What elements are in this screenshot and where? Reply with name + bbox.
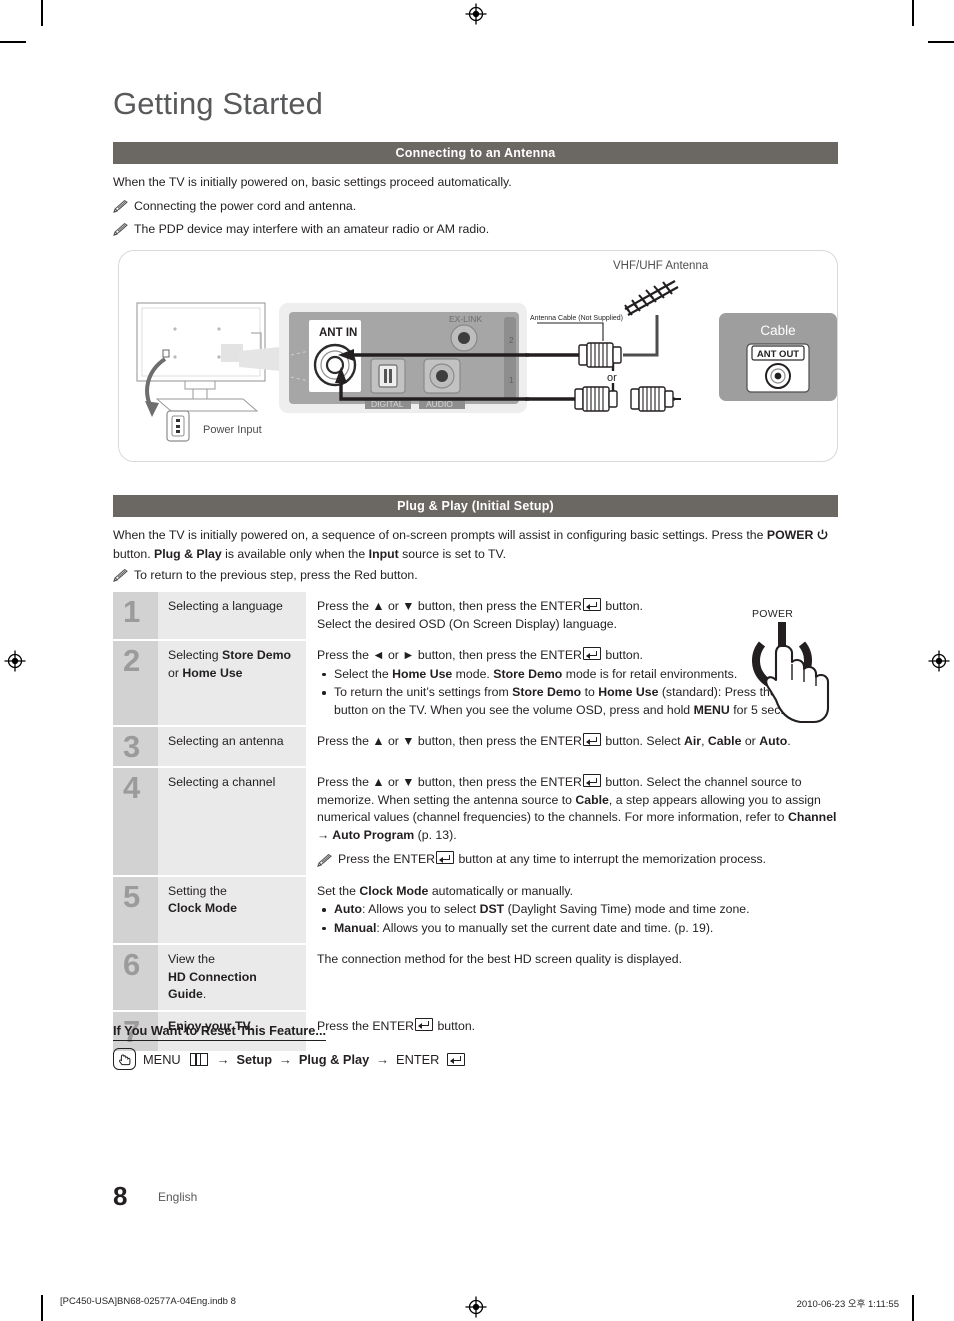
step-label: Setting the Clock Mode (158, 876, 306, 943)
plug-play-note: To return to the previous step, press th… (113, 566, 418, 585)
antenna-note-1: Connecting the power cord and antenna. (113, 197, 356, 216)
plug-play-note-text: To return to the previous step, press th… (134, 568, 418, 582)
table-row: 5 Setting the Clock Mode Set the Clock Mode… (113, 876, 838, 945)
manual-page: Getting Started Connecting to an Antenna… (0, 0, 954, 1321)
menu-key-icon (189, 1052, 208, 1066)
section-header-plug-and-play: Plug & Play (Initial Setup) (113, 495, 838, 517)
diagram-label-vhf-uhf-antenna: VHF/UHF Antenna (613, 260, 709, 272)
antenna-note-2: The PDP device may interfere with an ama… (113, 220, 489, 239)
power-button-illustration: POWER (740, 608, 840, 728)
table-row: 4 Selecting a channel Press the ▲ or ▼ but… (113, 768, 838, 877)
page-number: 8 (113, 1181, 128, 1211)
svg-text:EX-LINK: EX-LINK (449, 314, 482, 324)
crop-mark-bottom-left-v (41, 1295, 43, 1321)
crop-mark-top-left-v (41, 0, 43, 26)
footer-timestamp: 2010-06-23 오후 1:11:55 (796, 1299, 899, 1310)
svg-text:2: 2 (509, 336, 514, 345)
registration-mark-right (928, 650, 950, 672)
enter-key-icon (436, 851, 455, 864)
reset-path-arrow-1: → (216, 1051, 230, 1067)
antenna-routing-arrows (324, 346, 534, 421)
step-number: 1 (113, 592, 158, 639)
step-label: Selecting Store Demo or Home Use (158, 641, 306, 725)
table-row: 1 Selecting a language Press the ▲ or ▼ bu… (113, 592, 838, 641)
enter-key-icon (582, 774, 601, 787)
diagram-label-or: or (607, 372, 617, 384)
table-row: 6 View the HD Connection Guide. The connect… (113, 945, 838, 1012)
reset-feature-menu-path: MENU → Setup → Plug & Play → ENTER (113, 1048, 466, 1070)
reset-path-arrow-2: → (279, 1051, 292, 1067)
pencil-note-icon (113, 200, 128, 213)
reset-path-plugplay-label: Plug & Play (298, 1051, 370, 1067)
crop-mark-top-right-h (928, 41, 954, 43)
reset-path-menu-label: MENU (143, 1051, 181, 1067)
enter-key-icon (582, 733, 601, 746)
svg-text:ANT OUT: ANT OUT (757, 349, 799, 360)
antenna-connection-diagram: Power Input EX-LINK 2 DIGITAL AUDIO 1 AN… (118, 250, 838, 462)
registration-mark-top (465, 3, 487, 25)
step-number: 3 (113, 727, 158, 766)
antenna-note-1-text: Connecting the power cord and antenna. (134, 199, 357, 213)
antenna-cabling (525, 279, 705, 419)
step-number: 4 (113, 768, 158, 875)
enter-key-icon (415, 1017, 434, 1031)
diagram-label-antenna-cable: Antenna Cable (Not Supplied) (530, 315, 624, 322)
pencil-note-icon (113, 223, 128, 236)
registration-mark-bottom (465, 1296, 487, 1318)
reset-path-arrow-3: → (376, 1051, 390, 1067)
step-description: Press the ▲ or ▼ button, then press the … (306, 768, 838, 875)
enter-key-icon (447, 1052, 466, 1066)
step-description: Set the Clock Mode automatically or manu… (306, 876, 838, 943)
crop-mark-bottom-right-v (912, 1295, 914, 1321)
reset-feature-heading: If You Want to Reset This Feature... (113, 1023, 327, 1041)
step-description: The connection method for the best HD sc… (306, 945, 838, 1010)
svg-text:ANT IN: ANT IN (319, 327, 357, 339)
reset-path-setup-label: Setup (236, 1051, 273, 1067)
step-label: Selecting an antenna (158, 727, 306, 766)
page-language-label: English (158, 1190, 198, 1204)
section-header-connecting-antenna: Connecting to an Antenna (113, 142, 838, 164)
plug-play-intro-text: When the TV is initially powered on, a s… (113, 526, 833, 564)
step-label: Selecting a channel (158, 768, 306, 875)
antenna-note-2-text: The PDP device may interfere with an ama… (134, 222, 490, 236)
crop-mark-top-left-h (0, 41, 26, 43)
svg-text:Cable: Cable (760, 323, 795, 338)
crop-mark-top-right-v (912, 0, 914, 26)
step-label: Selecting a language (158, 592, 306, 639)
plug-play-steps-table: 1 Selecting a language Press the ▲ or ▼ bu… (113, 592, 838, 1053)
step-number: 6 (113, 945, 158, 1010)
pointing-hand-button-icon (113, 1048, 136, 1070)
footer-file-name: [PC450-USA]BN68-02577A-04Eng.indb 8 (60, 1296, 236, 1307)
step-description: Press the ENTER button. (306, 1011, 838, 1051)
pencil-note-icon (317, 854, 332, 867)
table-row: 2 Selecting Store Demo or Home Use Press th… (113, 641, 838, 727)
pencil-note-icon (113, 569, 128, 582)
enter-key-icon (582, 647, 601, 660)
step-label: View the HD Connection Guide. (158, 945, 306, 1010)
power-symbol-icon (817, 529, 828, 540)
step-number: 5 (113, 876, 158, 943)
table-row: 3 Selecting an antenna Press the ▲ or ▼ bu… (113, 727, 838, 768)
power-figure-label: POWER (752, 608, 794, 620)
antenna-intro-text: When the TV is initially powered on, bas… (113, 175, 512, 189)
reset-path-enter-label: ENTER (396, 1051, 440, 1067)
page-title: Getting Started (113, 86, 324, 121)
cable-box-illustration: Cable ANT OUT (719, 313, 837, 401)
diagram-label-power-input: Power Input (203, 424, 262, 436)
enter-key-icon (582, 598, 601, 611)
step-description: Press the ▲ or ▼ button, then press the … (306, 727, 838, 766)
registration-mark-left (4, 650, 26, 672)
step-number: 2 (113, 641, 158, 725)
